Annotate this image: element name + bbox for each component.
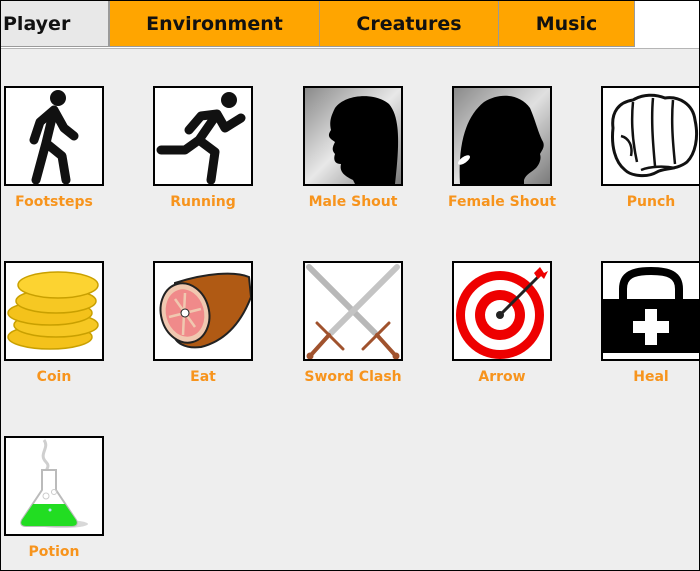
sound-label: Running [170,194,236,210]
sound-label: Punch [626,194,676,210]
sound-label: Arrow [478,369,526,385]
medkit-icon [603,266,699,353]
sound-label: Coin [36,369,72,385]
coin-stack-icon [7,271,99,350]
sound-label: Footsteps [15,194,93,210]
tab-player[interactable]: Player [1,1,109,47]
tab-label: Player [3,12,71,35]
female-shout-silhouette-icon [454,88,550,184]
sound-thumbnail[interactable] [452,261,552,361]
potion-flask-icon [20,439,88,528]
target-arrow-icon [456,267,548,359]
tab-label: Music [535,12,598,35]
tab-label: Environment [146,12,283,35]
sound-label: Male Shout [308,194,398,210]
walking-person-icon [29,90,79,184]
sound-thumbnail[interactable] [303,261,403,361]
sound-label: Female Shout [447,194,557,210]
sound-thumbnail[interactable] [452,86,552,186]
crossed-swords-icon [306,264,400,359]
ham-icon [159,272,251,349]
sound-thumbnail[interactable] [153,86,253,186]
running-person-icon [156,92,246,184]
sound-label: Eat [190,369,216,385]
sound-thumbnail[interactable] [4,261,104,361]
tab-music[interactable]: Music [498,1,635,47]
sound-board-window: Player Environment Creatures Music Foots… [0,0,700,571]
sound-thumbnail[interactable] [4,436,104,536]
male-shout-silhouette-icon [305,88,401,184]
fist-icon [611,93,699,178]
sound-thumbnail[interactable] [303,86,403,186]
tab-creatures[interactable]: Creatures [319,1,499,47]
tab-label: Creatures [356,12,462,35]
sound-label: Potion [28,544,80,560]
sound-thumbnail[interactable] [601,261,699,361]
tab-environment[interactable]: Environment [109,1,320,47]
sound-thumbnail[interactable] [601,86,699,186]
category-tab-bar: Player Environment Creatures Music [1,1,699,49]
sound-label: Heal [633,369,669,385]
sound-thumbnail[interactable] [153,261,253,361]
sound-thumbnail[interactable] [4,86,104,186]
sound-label: Sword Clash [304,369,402,385]
